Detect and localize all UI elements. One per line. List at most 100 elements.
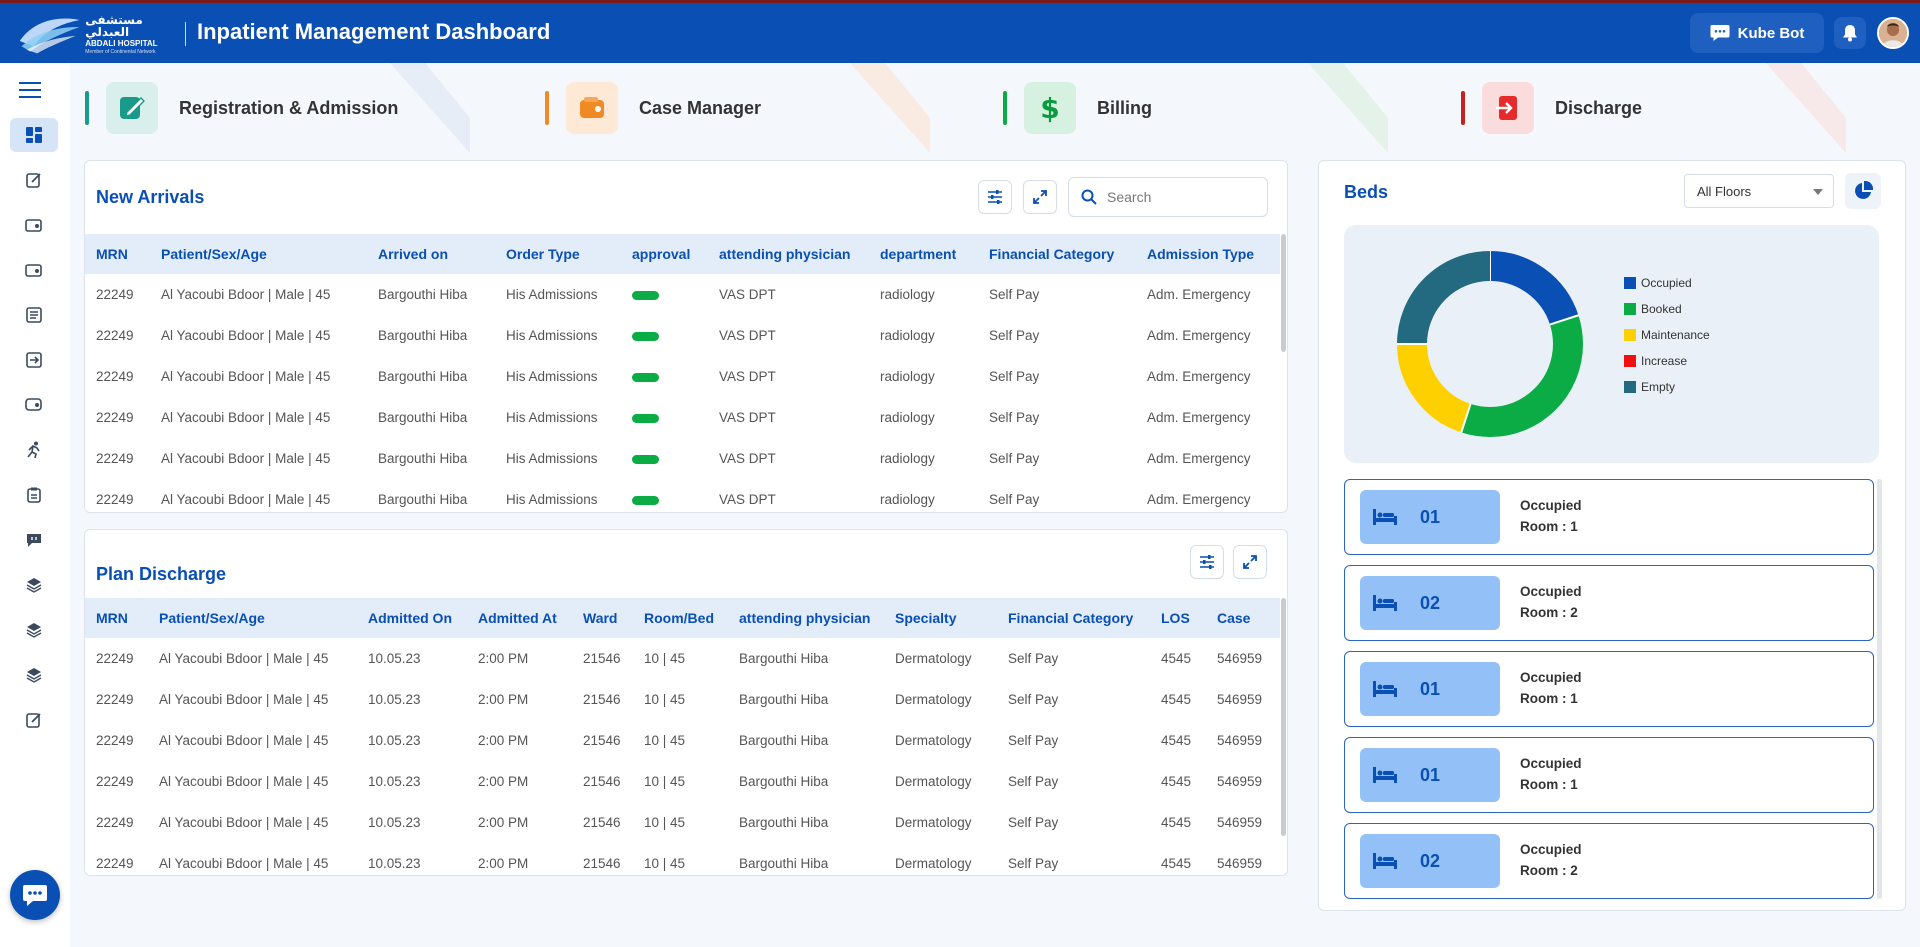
table-cell: 10 | 45 (644, 856, 686, 871)
table-scrollbar[interactable] (1281, 234, 1286, 352)
table-cell: Bargouthi Hiba (739, 733, 829, 748)
table-row[interactable]: 22249 Al Yacoubi Bdoor | Male | 45 Bargout… (85, 479, 1280, 512)
table-cell: VAS DPT (719, 410, 776, 425)
column-header[interactable]: Arrived on (367, 234, 495, 274)
sidebar-item-layers-1[interactable] (10, 568, 58, 602)
filter-button[interactable] (978, 180, 1012, 214)
column-header[interactable]: attending physician (728, 598, 884, 638)
approval-status-badge (632, 331, 659, 341)
column-header[interactable]: MRN (85, 598, 148, 638)
table-row[interactable]: 22249 Al Yacoubi Bdoor | Male | 45 Bargout… (85, 356, 1280, 397)
column-header[interactable]: Specialty (884, 598, 997, 638)
layers-icon (26, 668, 42, 683)
table-row[interactable]: 22249 Al Yacoubi Bdoor | Male | 45 10.05.2… (85, 679, 1280, 720)
column-header[interactable]: department (869, 234, 978, 274)
column-header[interactable]: Ward (572, 598, 633, 638)
module-billing[interactable]: $ Billing (988, 63, 1388, 153)
chat-fab-button[interactable] (10, 870, 60, 920)
column-header[interactable]: Patient/Sex/Age (148, 598, 357, 638)
column-header[interactable]: Admission Type (1136, 234, 1280, 274)
search-input[interactable] (1107, 189, 1247, 205)
module-label: Billing (1097, 97, 1152, 118)
table-row[interactable]: 22249 Al Yacoubi Bdoor | Male | 45 Bargout… (85, 315, 1280, 356)
bed-number: 01 (1420, 506, 1441, 527)
column-header[interactable]: attending physician (708, 234, 869, 274)
column-header[interactable]: Order Type (495, 234, 621, 274)
column-header[interactable]: Case (1206, 598, 1280, 638)
sidebar-item-orders[interactable] (10, 478, 58, 512)
table-cell: Al Yacoubi Bdoor | Male | 45 (161, 451, 331, 466)
table-row[interactable]: 22249 Al Yacoubi Bdoor | Male | 45 Bargout… (85, 274, 1280, 315)
sidebar-item-dashboard[interactable] (10, 118, 58, 152)
notifications-button[interactable] (1834, 17, 1866, 49)
column-header[interactable]: Financial Category (997, 598, 1150, 638)
expand-button[interactable] (1023, 180, 1057, 214)
bed-status: Occupied (1520, 842, 1582, 857)
column-header[interactable]: approval (621, 234, 708, 274)
menu-toggle-button[interactable] (16, 76, 44, 104)
table-cell (621, 438, 708, 479)
column-header[interactable]: Admitted At (467, 598, 572, 638)
table-row[interactable]: 22249 Al Yacoubi Bdoor | Male | 45 10.05.2… (85, 843, 1280, 875)
table-scrollbar[interactable] (1281, 598, 1286, 836)
sidebar-item-registration[interactable] (10, 163, 58, 197)
table-row[interactable]: 22249 Al Yacoubi Bdoor | Male | 45 Bargout… (85, 397, 1280, 438)
module-accent-bar (85, 91, 89, 125)
bed-card[interactable]: 02 Occupied Room : 2 (1344, 823, 1874, 899)
sidebar-item-case-manager[interactable] (10, 208, 58, 242)
bed-number: 02 (1420, 850, 1441, 871)
bed-card[interactable]: 02 Occupied Room : 2 (1344, 565, 1874, 641)
sidebar-item-layers-2[interactable] (10, 613, 58, 647)
expand-button[interactable] (1233, 545, 1267, 579)
table-row[interactable]: 22249 Al Yacoubi Bdoor | Male | 45 10.05.2… (85, 638, 1280, 679)
table-row[interactable]: 22249 Al Yacoubi Bdoor | Male | 45 Bargout… (85, 438, 1280, 479)
sidebar-item-transfer[interactable] (10, 343, 58, 377)
table-cell (621, 274, 708, 315)
module-case-manager[interactable]: Case Manager (530, 63, 930, 153)
table-cell: radiology (880, 410, 935, 425)
sidebar-item-billing[interactable] (10, 253, 58, 287)
sidebar-item-lists[interactable] (10, 298, 58, 332)
module-registration-admission[interactable]: Registration & Admission (70, 63, 470, 153)
table-cell: 22249 (96, 287, 134, 302)
bed-card[interactable]: 01 Occupied Room : 1 (1344, 479, 1874, 555)
column-header[interactable]: Financial Category (978, 234, 1136, 274)
sliders-icon (988, 190, 1002, 204)
bed-card[interactable]: 01 Occupied Room : 1 (1344, 651, 1874, 727)
search-box[interactable] (1068, 177, 1268, 217)
expand-icon (1033, 190, 1047, 204)
bed-card[interactable]: 01 Occupied Room : 1 (1344, 737, 1874, 813)
logo-arabic-text: مستشفى العبدلي (85, 12, 143, 39)
sidebar-item-layers-3[interactable] (10, 658, 58, 692)
bed-badge: 02 (1360, 834, 1500, 888)
bed-badge: 01 (1360, 662, 1500, 716)
legend-label: Maintenance (1641, 328, 1710, 342)
transfer-icon (26, 352, 42, 368)
column-header[interactable]: MRN (85, 234, 150, 274)
table-row[interactable]: 22249 Al Yacoubi Bdoor | Male | 45 10.05.2… (85, 720, 1280, 761)
floor-select[interactable]: All Floors (1684, 174, 1834, 208)
table-row[interactable]: 22249 Al Yacoubi Bdoor | Male | 45 10.05.2… (85, 761, 1280, 802)
table-cell: Self Pay (1008, 856, 1059, 871)
hamburger-icon (19, 82, 41, 98)
user-avatar[interactable] (1877, 17, 1909, 49)
bed-badge: 01 (1360, 748, 1500, 802)
sidebar-item-messages[interactable] (10, 523, 58, 557)
column-header[interactable]: Room/Bed (633, 598, 728, 638)
hospital-logo[interactable]: مستشفى العبدلي ABDALI HOSPITAL Member of… (18, 10, 178, 58)
sidebar-item-notes[interactable] (10, 703, 58, 737)
beds-scrollbar[interactable] (1877, 479, 1882, 899)
column-header[interactable]: Patient/Sex/Age (150, 234, 367, 274)
pie-chart-icon (1855, 181, 1873, 199)
chart-view-button[interactable] (1845, 173, 1881, 209)
sidebar-item-activity[interactable] (10, 433, 58, 467)
column-header[interactable]: Admitted On (357, 598, 467, 638)
column-header[interactable]: LOS (1150, 598, 1206, 638)
sidebar-item-beds[interactable] (10, 388, 58, 422)
kubebot-button[interactable]: Kube Bot (1690, 13, 1824, 53)
filter-button[interactable] (1190, 545, 1224, 579)
table-cell: VAS DPT (719, 369, 776, 384)
table-row[interactable]: 22249 Al Yacoubi Bdoor | Male | 45 10.05.2… (85, 802, 1280, 843)
module-discharge[interactable]: Discharge (1446, 63, 1846, 153)
module-accent-bar (1003, 91, 1007, 125)
